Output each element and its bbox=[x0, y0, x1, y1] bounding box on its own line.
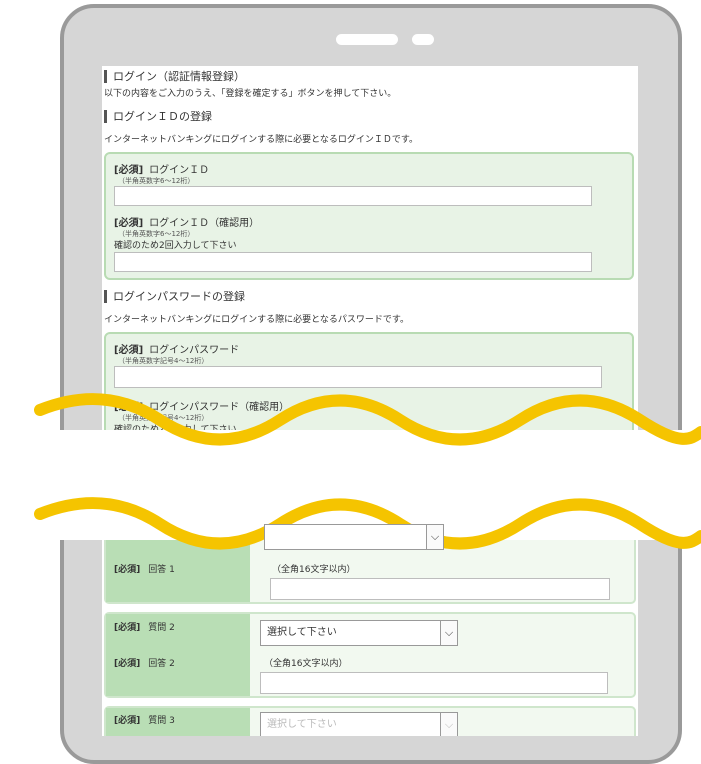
question-2-label: [必須] 質問 2 bbox=[114, 620, 175, 633]
question-row-3: [必須] 質問 3 選択して下さい ⌵ bbox=[104, 706, 636, 736]
pw-hint: （半角英数字記号4～12桁） bbox=[118, 357, 209, 365]
answer-2-hint: （全角16文字以内） bbox=[264, 659, 348, 669]
chevron-down-icon: ⌵ bbox=[440, 621, 457, 645]
camera-dot bbox=[412, 34, 434, 45]
page-title: ログイン（認証情報登録） bbox=[104, 70, 245, 83]
login-id-input[interactable] bbox=[114, 186, 592, 206]
required-badge: [必須] bbox=[114, 165, 144, 176]
answer-2-input[interactable] bbox=[260, 672, 608, 694]
answer-1-input[interactable] bbox=[270, 578, 610, 600]
id-section-title: ログインＩＤの登録 bbox=[104, 110, 212, 123]
question-2-select-value: 選択して下さい bbox=[267, 627, 337, 638]
intro-text: 以下の内容をご入力のうえ、「登録を確定する」ボタンを押して下さい。 bbox=[104, 89, 397, 99]
id-label-text: ログインＩＤ bbox=[149, 165, 210, 176]
required-badge: [必須] bbox=[114, 623, 141, 633]
chevron-down-icon: ⌵ bbox=[426, 525, 443, 549]
login-password-input[interactable] bbox=[114, 366, 602, 388]
question-2-select[interactable]: 選択して下さい ⌵ bbox=[260, 620, 458, 646]
id-panel: [必須] ログインＩＤ （半角英数字6～12桁） [必須] ログインＩＤ（確認用） … bbox=[104, 152, 634, 280]
id-confirm-label-text: ログインＩＤ（確認用） bbox=[149, 218, 260, 229]
answer-1-label-text: 回答 1 bbox=[148, 565, 175, 575]
answer-2-label-text: 回答 2 bbox=[148, 659, 175, 669]
required-badge: [必須] bbox=[114, 218, 144, 229]
question-2-label-text: 質問 2 bbox=[148, 623, 175, 633]
required-badge: [必須] bbox=[114, 345, 144, 356]
login-id-confirm-input[interactable] bbox=[114, 252, 592, 272]
wave-divider-top bbox=[34, 393, 701, 446]
question-1-select[interactable]: ⌵ bbox=[264, 524, 444, 550]
required-badge: [必須] bbox=[114, 659, 141, 669]
question-row-2: [必須] 質問 2 選択して下さい ⌵ [必須] 回答 2 （全角16文字以内） bbox=[104, 612, 636, 698]
id-section-desc: インターネットバンキングにログインする際に必要となるログインＩＤです。 bbox=[104, 135, 419, 145]
id-confirm-label: [必須] ログインＩＤ（確認用） bbox=[114, 214, 259, 229]
required-badge: [必須] bbox=[114, 565, 141, 575]
question-3-select[interactable]: 選択して下さい ⌵ bbox=[260, 712, 458, 736]
answer-2-label: [必須] 回答 2 bbox=[114, 656, 175, 669]
id-confirm-note: 確認のため2回入力して下さい bbox=[114, 241, 237, 251]
camera-bar bbox=[336, 34, 398, 45]
question-3-label: [必須] 質問 3 bbox=[114, 713, 175, 726]
pw-section-desc: インターネットバンキングにログインする際に必要となるパスワードです。 bbox=[104, 315, 410, 325]
pw-field-label: [必須] ログインパスワード bbox=[114, 341, 239, 356]
pw-section-title: ログインパスワードの登録 bbox=[104, 290, 245, 303]
pw-label-text: ログインパスワード bbox=[149, 345, 240, 356]
id-hint: （半角英数字6～12桁） bbox=[118, 177, 195, 185]
id-field-label: [必須] ログインＩＤ bbox=[114, 161, 209, 176]
